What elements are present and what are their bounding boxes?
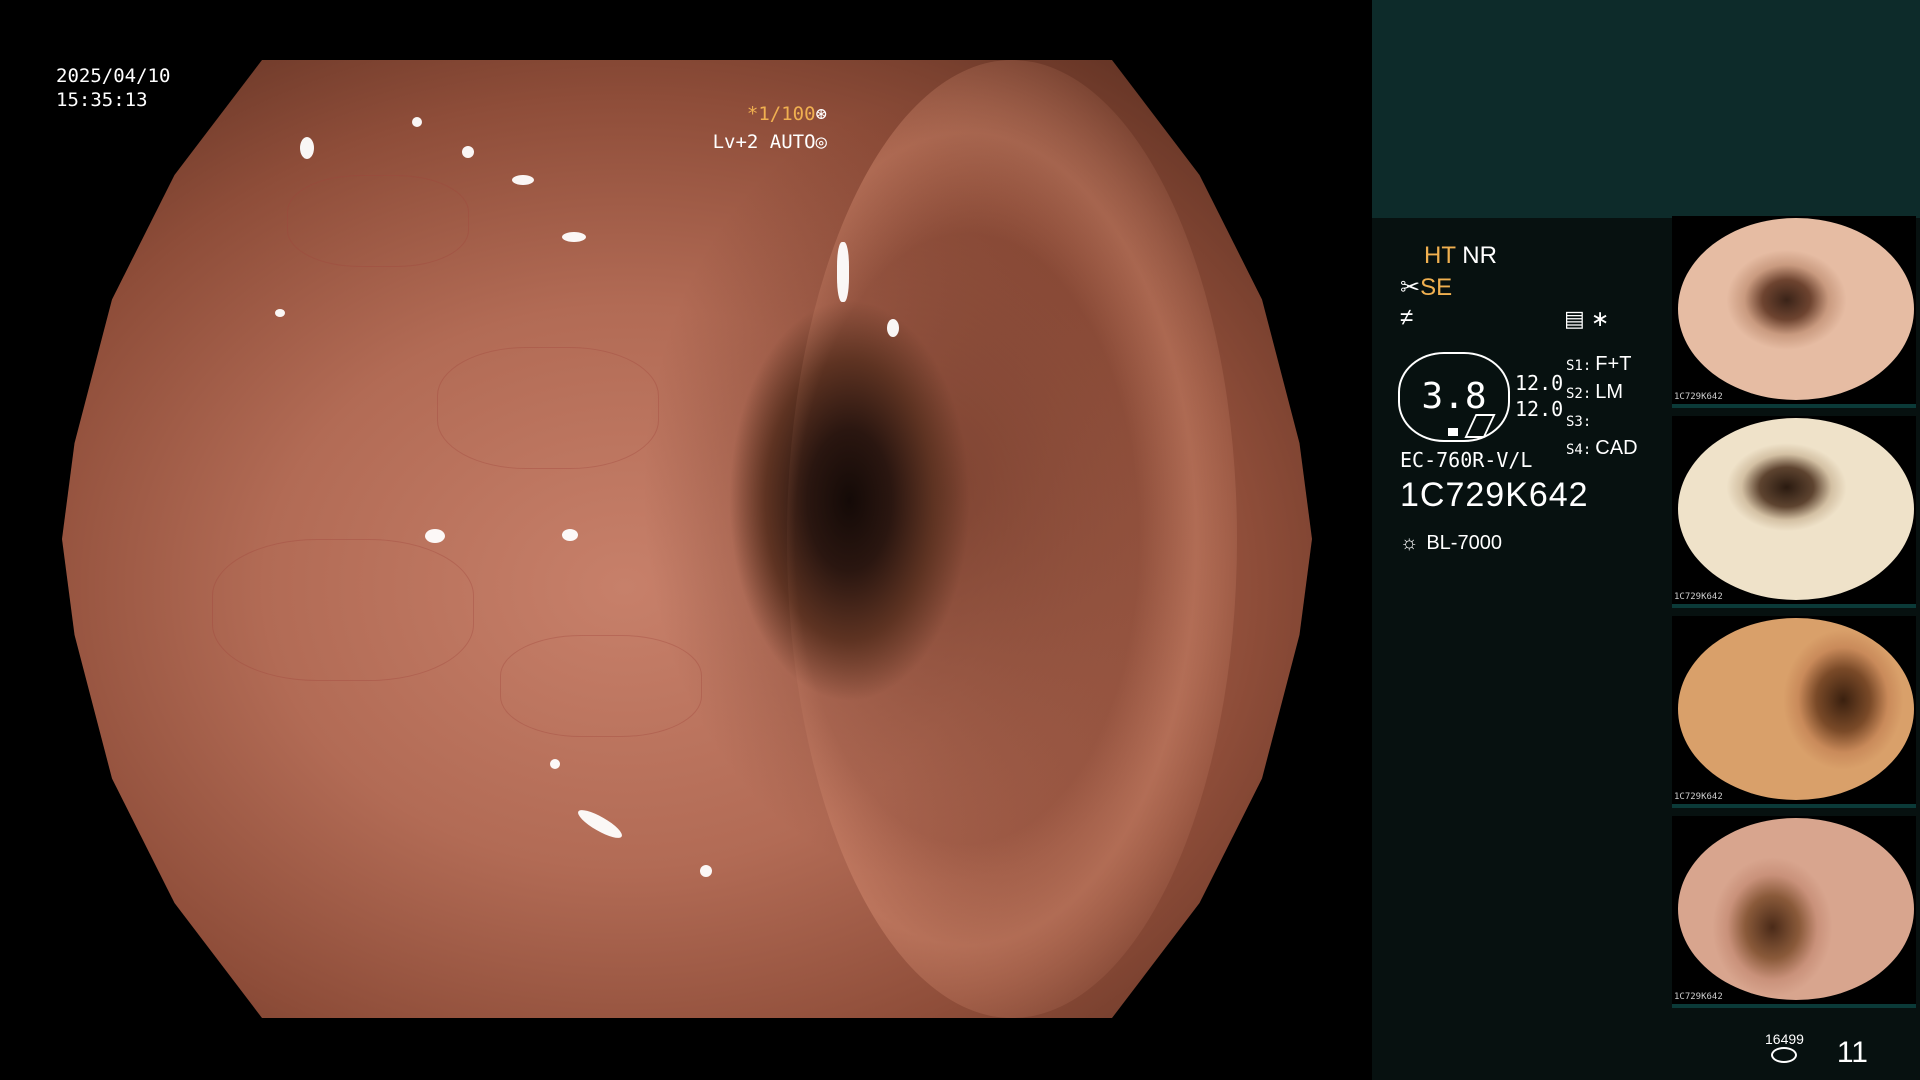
scope-serial: 1C729K642 bbox=[1400, 476, 1589, 514]
zoom-gauge: 3.8 bbox=[1398, 352, 1510, 442]
specular-highlight bbox=[424, 529, 445, 544]
settings-icons: ▤ ∗ bbox=[1564, 306, 1609, 332]
image-count: 11 bbox=[1836, 1036, 1868, 1069]
specular-highlight bbox=[887, 318, 899, 337]
asterisk-icon: ∗ bbox=[1590, 306, 1610, 331]
specular-highlight bbox=[574, 805, 625, 843]
switch-item: S3: bbox=[1566, 414, 1592, 430]
gauge-value: 12.0 bbox=[1515, 397, 1564, 421]
zoom-indicator bbox=[1464, 414, 1496, 438]
mode-row: HT NR bbox=[1424, 242, 1497, 270]
specular-highlight bbox=[549, 759, 560, 770]
thumbnail-image bbox=[1678, 618, 1914, 800]
shutter-icon: ⊛ bbox=[815, 103, 827, 125]
nr-indicator: NR bbox=[1462, 242, 1497, 269]
ht-indicator: HT bbox=[1424, 242, 1456, 269]
right-panel: HT NR ✂SE ≠ ▤ ∗ 3.8 12.0 12.0 S1: F+T S2:… bbox=[1372, 0, 1920, 1080]
se-indicator: SE bbox=[1420, 274, 1453, 301]
time-text: 15:35:13 bbox=[56, 89, 148, 111]
specular-highlight bbox=[299, 136, 314, 159]
zoom-marker bbox=[1448, 428, 1458, 436]
vessel-pattern bbox=[437, 347, 659, 470]
specular-highlight bbox=[274, 309, 285, 318]
storage-count: 16499 bbox=[1765, 1031, 1804, 1047]
switch-item: S4: CAD bbox=[1566, 437, 1638, 459]
scope-switch-list: S1: F+T S2: LM S3: S4: CAD bbox=[1566, 351, 1638, 463]
light-source-row: ☼ BL-7000 bbox=[1400, 532, 1502, 555]
vessel-pattern bbox=[499, 634, 702, 737]
vessel-pattern bbox=[287, 174, 469, 267]
vessel-pattern bbox=[212, 539, 474, 681]
switch-item: S2: LM bbox=[1566, 381, 1624, 403]
settings-list-icon: ▤ bbox=[1564, 306, 1585, 331]
specular-highlight bbox=[462, 146, 474, 159]
endoscope-image bbox=[62, 60, 1312, 1018]
specular-highlight bbox=[512, 174, 534, 185]
scope-model: EC-760R-V/L bbox=[1400, 448, 1533, 472]
thumbnail-image bbox=[1678, 418, 1914, 600]
endoscope-view: 2025/04/10 15:35:13 *1/100⊛ Lv+2 AUTO◎ bbox=[0, 0, 1372, 1080]
capture-thumbnail[interactable]: 1C729K642 bbox=[1672, 216, 1916, 408]
scissors-icon: ✂ bbox=[1400, 274, 1421, 301]
light-source-icon: ☼ bbox=[1400, 532, 1419, 554]
switch-item: S1: F+T bbox=[1566, 353, 1632, 375]
thumbnail-image bbox=[1678, 218, 1914, 400]
filter-row: ≠ bbox=[1400, 304, 1413, 332]
info-column: HT NR ✂SE ≠ ▤ ∗ 3.8 12.0 12.0 S1: F+T S2:… bbox=[1372, 218, 1670, 1080]
thumbnail-label: 1C729K642 bbox=[1674, 592, 1723, 602]
capture-thumbnail[interactable]: 1C729K642 bbox=[1672, 616, 1916, 808]
filter-icon: ≠ bbox=[1400, 304, 1414, 331]
light-source-model: BL-7000 bbox=[1426, 532, 1502, 554]
level-value: Lv+2 bbox=[712, 131, 759, 153]
capture-thumbnail[interactable]: 1C729K642 bbox=[1672, 816, 1916, 1008]
specular-highlight bbox=[699, 864, 712, 877]
date-time-stamp: 2025/04/10 15:35:13 bbox=[56, 64, 170, 112]
storage-icon bbox=[1771, 1047, 1798, 1063]
zoom-value: 3.8 bbox=[1421, 376, 1487, 417]
specular-highlight bbox=[562, 529, 578, 542]
auto-mode: AUTO bbox=[769, 131, 816, 153]
capture-thumbnail[interactable]: 1C729K642 bbox=[1672, 416, 1916, 608]
thumbnail-label: 1C729K642 bbox=[1674, 792, 1723, 802]
specular-highlight bbox=[837, 242, 849, 303]
date-text: 2025/04/10 bbox=[56, 65, 171, 87]
thumbnail-image bbox=[1678, 818, 1914, 1000]
mucosal-fold bbox=[787, 60, 1237, 1018]
specular-highlight bbox=[562, 232, 586, 243]
specular-highlight bbox=[412, 117, 422, 128]
thumbnail-label: 1C729K642 bbox=[1674, 992, 1723, 1002]
thumbnail-strip: 1C729K642 1C729K642 1C729K642 1C729K642 bbox=[1670, 216, 1920, 1016]
thumbnail-label: 1C729K642 bbox=[1674, 392, 1723, 402]
se-row: ✂SE bbox=[1400, 273, 1452, 302]
storage-indicator: 16499 bbox=[1765, 1031, 1804, 1063]
shutter-speed: *1/100 bbox=[746, 103, 816, 125]
panel-header bbox=[1372, 0, 1920, 218]
auto-icon: ◎ bbox=[815, 131, 827, 153]
gauge-values: 12.0 12.0 bbox=[1515, 370, 1563, 422]
gauge-value: 12.0 bbox=[1515, 371, 1564, 395]
scope-settings-overlay: *1/100⊛ Lv+2 AUTO◎ bbox=[713, 100, 827, 156]
